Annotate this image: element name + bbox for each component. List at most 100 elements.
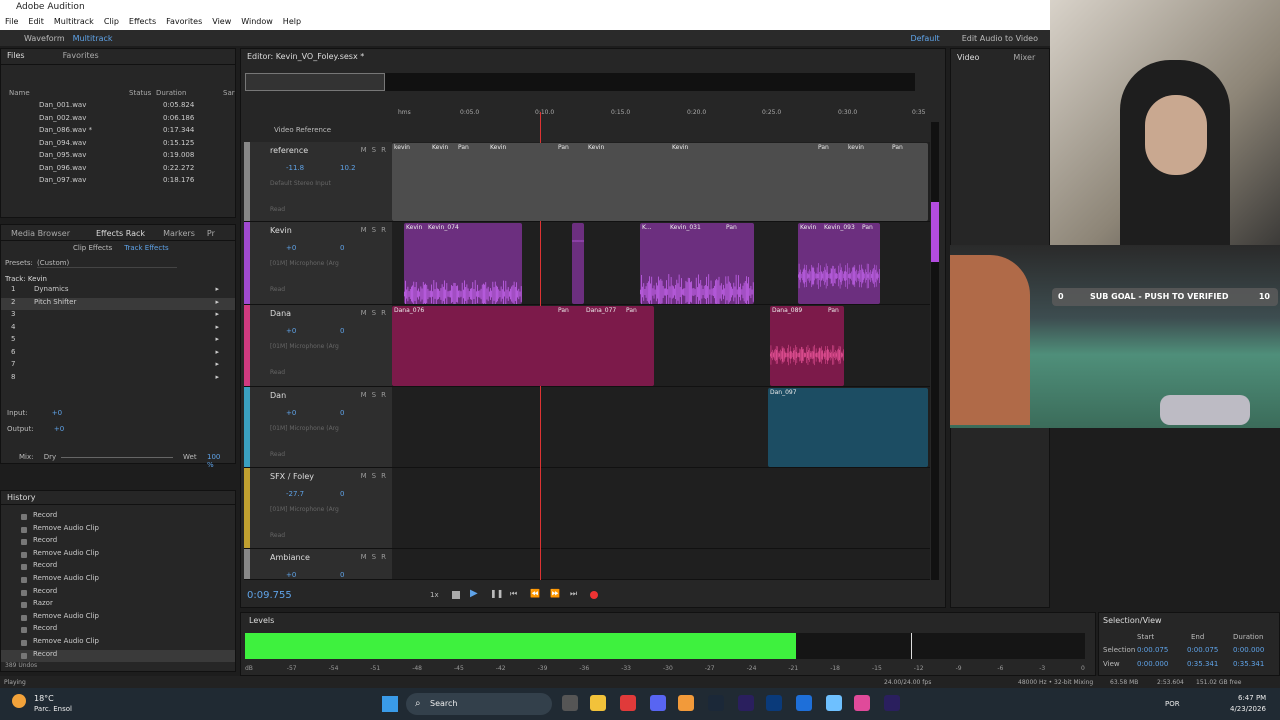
stop-button[interactable]	[452, 591, 460, 599]
pan-value[interactable]: 0	[340, 409, 344, 417]
menu-file[interactable]: File	[5, 17, 18, 28]
skip-back-button[interactable]: ⏮	[510, 589, 517, 599]
col-status[interactable]: Status	[129, 89, 156, 101]
windows-start-icon[interactable]	[382, 696, 398, 712]
col-name[interactable]: Name	[9, 89, 129, 101]
audio-clip[interactable]	[572, 223, 584, 304]
mute-solo-record[interactable]: MSR	[361, 226, 386, 234]
effect-slot[interactable]: 2 Pitch Shifter ▸	[1, 297, 235, 310]
skip-forward-button[interactable]: ⏭	[570, 589, 577, 599]
volume-value[interactable]: +0	[286, 244, 296, 252]
menu-view[interactable]: View	[212, 17, 231, 28]
input-source[interactable]: Default Stereo Input	[270, 180, 331, 187]
file-row[interactable]: Dan_002.wav 0:06.186	[1, 114, 235, 127]
track-name[interactable]: Dan	[270, 391, 286, 400]
chevron-right-icon[interactable]: ▸	[215, 335, 219, 343]
mute-solo-record[interactable]: MSR	[361, 472, 386, 480]
file-row[interactable]: Dan_097.wav 0:18.176	[1, 176, 235, 189]
effect-slot[interactable]: 7 ▸	[1, 360, 235, 373]
menu-edit[interactable]: Edit	[28, 17, 44, 28]
track-ambiance[interactable]: Ambiance M S R +0 0	[244, 549, 930, 580]
audio-clip[interactable]: Kevin Kevin_093 Pan	[798, 223, 880, 304]
history-item[interactable]: Record	[1, 561, 235, 574]
selection-duration[interactable]: 0:00.000	[1233, 646, 1264, 654]
pan-value[interactable]: 0	[340, 244, 344, 252]
pan-value[interactable]: 10.2	[340, 164, 356, 172]
weather-temp[interactable]: 18°C	[34, 694, 54, 703]
track-name[interactable]: Ambiance	[270, 553, 310, 562]
lang-indicator[interactable]: POR	[1165, 700, 1180, 708]
record-button[interactable]	[590, 591, 598, 599]
pause-button[interactable]: ❚❚	[490, 589, 503, 598]
input-source[interactable]: [01M] Microphone (Arg	[270, 343, 339, 350]
taskbar-app-icon[interactable]	[562, 695, 578, 711]
effect-slot[interactable]: 6 ▸	[1, 348, 235, 361]
automation-mode[interactable]: Read	[270, 532, 285, 539]
tab-markers[interactable]: Markers	[157, 227, 201, 240]
taskbar-app-icon[interactable]	[738, 695, 754, 711]
chevron-right-icon[interactable]: ▸	[215, 360, 219, 368]
effect-slot[interactable]: 5 ▸	[1, 335, 235, 348]
tab-favorites[interactable]: Favorites	[57, 49, 105, 64]
audio-clip[interactable]: kevin Kevin Pan Kevin Pan Kevin Kevin Pan kevin P…	[392, 143, 928, 221]
pan-value[interactable]: 0	[340, 571, 344, 579]
clock-time[interactable]: 6:47 PM	[1238, 694, 1266, 702]
effect-slot[interactable]: 3 ▸	[1, 310, 235, 323]
audio-clip[interactable]: Kevin Kevin_074	[404, 223, 522, 304]
waveform-button[interactable]: Waveform	[24, 34, 65, 43]
input-source[interactable]: [01M] Microphone (Arg	[270, 260, 339, 267]
chevron-right-icon[interactable]: ▸	[215, 373, 219, 381]
multitrack-button[interactable]: Multitrack	[73, 34, 113, 43]
history-item[interactable]: Remove Audio Clip	[1, 524, 235, 537]
taskbar-app-icon[interactable]	[766, 695, 782, 711]
search-box[interactable]: ⌕ Search	[406, 693, 552, 715]
volume-value[interactable]: +0	[286, 409, 296, 417]
input-value[interactable]: +0	[52, 409, 62, 417]
view-end[interactable]: 0:35.341	[1187, 660, 1218, 668]
view-start[interactable]: 0:00.000	[1137, 660, 1168, 668]
history-item[interactable]: Remove Audio Clip	[1, 637, 235, 650]
track-name[interactable]: Dana	[270, 309, 291, 318]
speed[interactable]: 1x	[430, 591, 439, 599]
history-item[interactable]: Record	[1, 511, 235, 524]
menu-effects[interactable]: Effects	[129, 17, 156, 28]
track-sfx-foley[interactable]: SFX / Foley M S R -27.7 0 [01M] Microphone (Ar…	[244, 468, 930, 549]
history-item[interactable]: Remove Audio Clip	[1, 612, 235, 625]
history-item[interactable]: Remove Audio Clip	[1, 574, 235, 587]
overview-viewport[interactable]	[245, 73, 385, 91]
chevron-right-icon[interactable]: ▸	[215, 310, 219, 318]
mute-solo-record[interactable]: MSR	[361, 553, 386, 561]
track-name[interactable]: reference	[270, 146, 308, 155]
volume-value[interactable]: -27.7	[286, 490, 304, 498]
effect-slot[interactable]: 4 ▸	[1, 323, 235, 336]
menu-multitrack[interactable]: Multitrack	[54, 17, 94, 28]
volume-value[interactable]: +0	[286, 327, 296, 335]
clock-date[interactable]: 4/23/2026	[1230, 705, 1266, 713]
selection-end[interactable]: 0:00.075	[1187, 646, 1218, 654]
history-item[interactable]: Record	[1, 536, 235, 549]
mute-solo-record[interactable]: MSR	[361, 309, 386, 317]
chevron-right-icon[interactable]: ▸	[215, 348, 219, 356]
output-value[interactable]: +0	[54, 425, 64, 433]
volume-value[interactable]: +0	[286, 571, 296, 579]
effect-slot[interactable]: 1 Dynamics ▸	[1, 285, 235, 298]
pan-value[interactable]: 0	[340, 327, 344, 335]
file-row[interactable]: Dan_086.wav * 0:17.344	[1, 126, 235, 139]
file-row[interactable]: Dan_094.wav 0:15.125	[1, 139, 235, 152]
automation-mode[interactable]: Read	[270, 369, 285, 376]
tab-media-browser[interactable]: Media Browser	[5, 227, 76, 240]
weather-icon[interactable]	[12, 694, 26, 708]
mute-solo-record[interactable]: MSR	[361, 146, 386, 154]
audio-clip[interactable]: Dana_076 Pan Dana_077 Pan	[392, 306, 654, 386]
rewind-button[interactable]: ⏪	[530, 589, 540, 598]
menu-clip[interactable]: Clip	[104, 17, 119, 28]
taskbar-app-icon[interactable]	[826, 695, 842, 711]
taskbar-app-icon[interactable]	[590, 695, 606, 711]
menu-window[interactable]: Window	[241, 17, 273, 28]
audio-clip[interactable]: Dan_097	[768, 388, 928, 467]
automation-mode[interactable]: Read	[270, 451, 285, 458]
col-sample[interactable]: Sar	[223, 89, 235, 101]
pan-value[interactable]: 0	[340, 490, 344, 498]
col-duration[interactable]: Duration	[156, 89, 223, 101]
menu-favorites[interactable]: Favorites	[166, 17, 202, 28]
